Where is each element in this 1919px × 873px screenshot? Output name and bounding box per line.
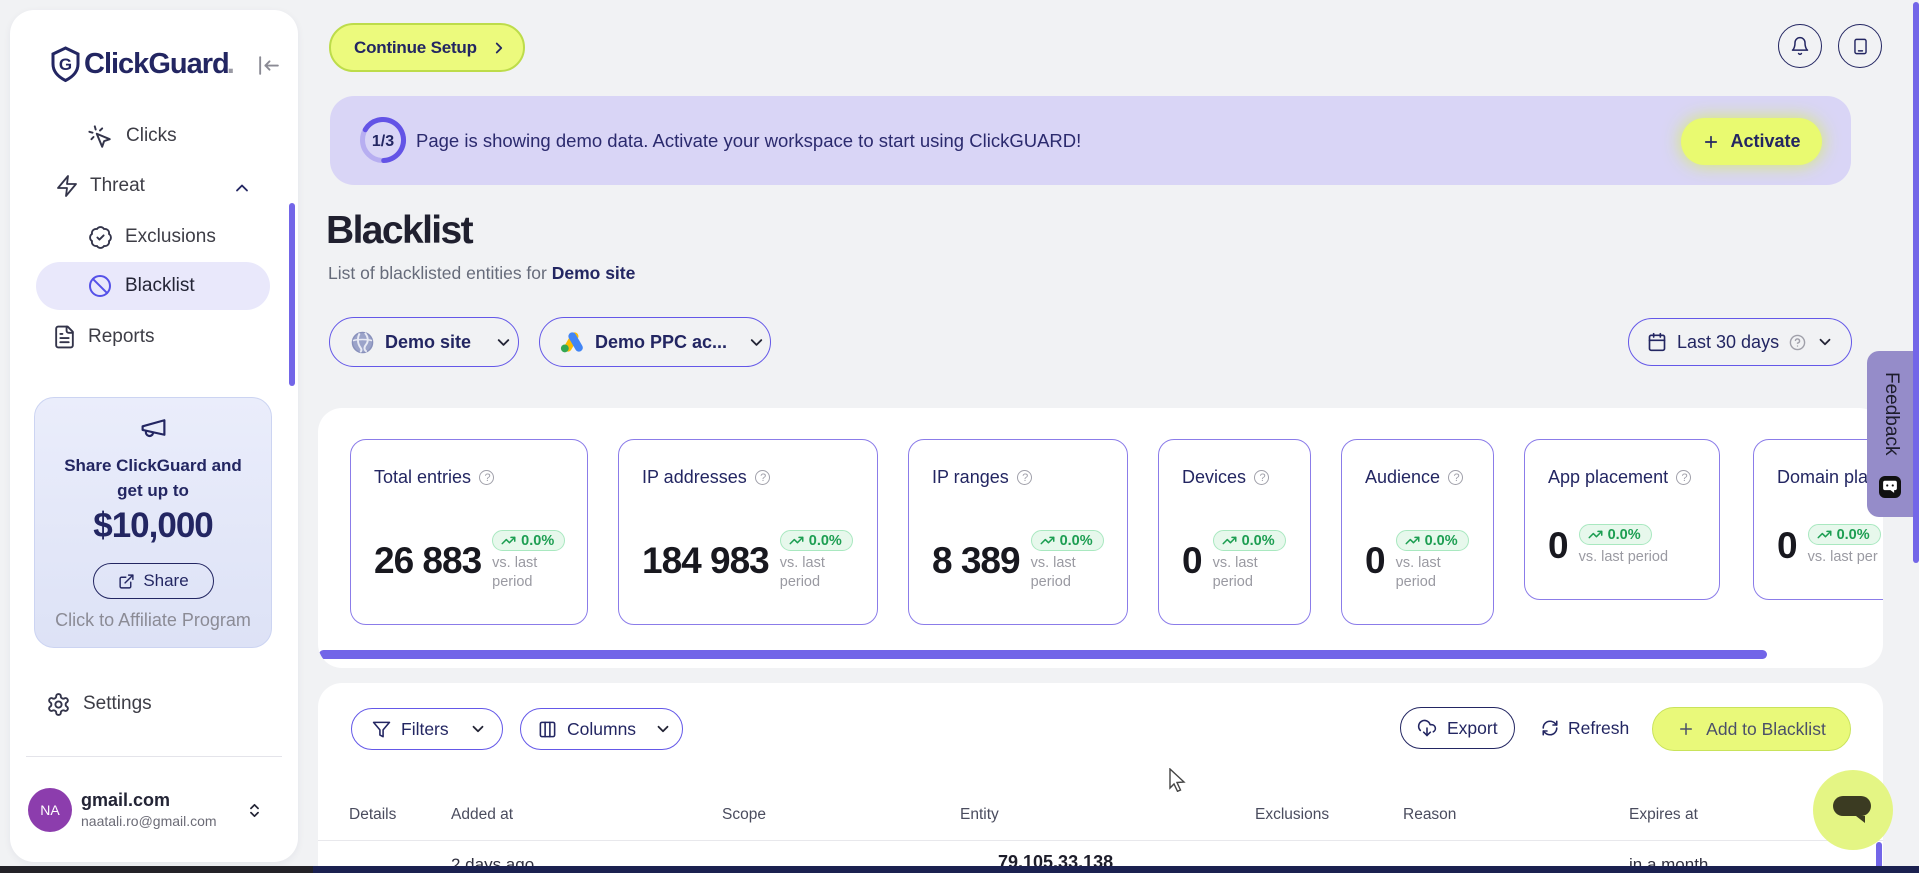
svg-text:1/3: 1/3 bbox=[372, 133, 394, 150]
svg-text:G: G bbox=[59, 55, 72, 74]
